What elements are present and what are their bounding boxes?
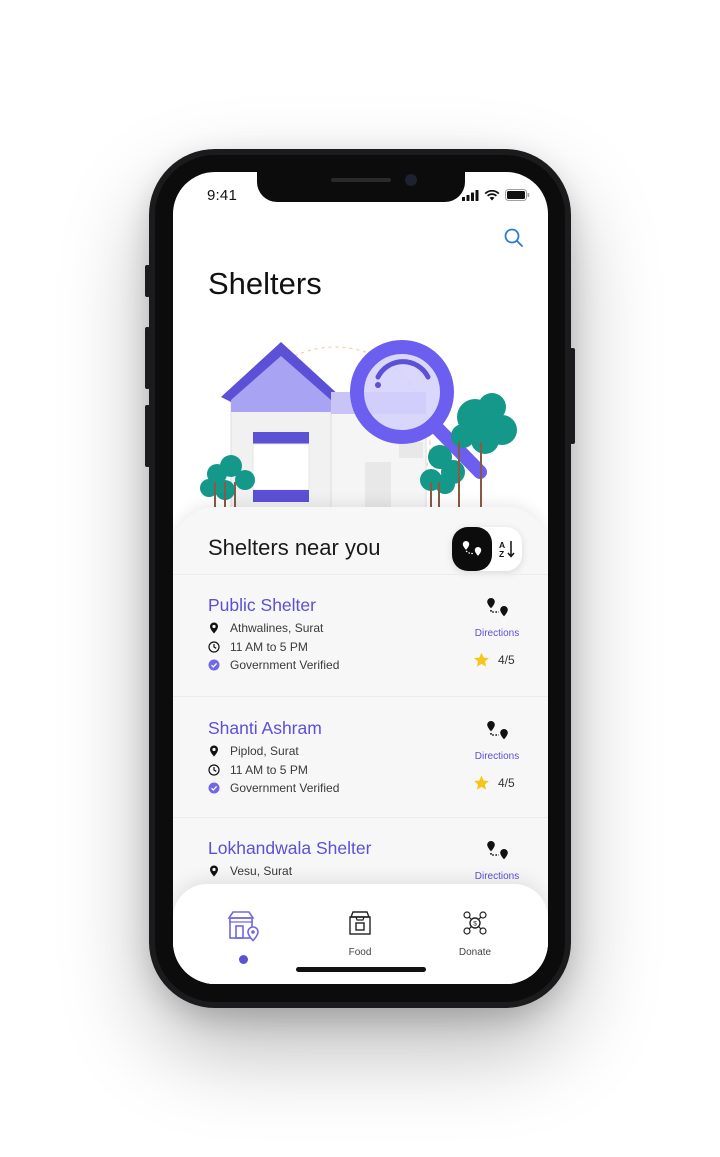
shelter-name[interactable]: Public Shelter: [208, 595, 316, 616]
tab-donate-label: Donate: [458, 947, 492, 958]
battery-icon: [505, 189, 530, 201]
tab-shelters[interactable]: [203, 910, 283, 964]
active-tab-indicator: [238, 955, 248, 964]
food-bag-icon: [349, 911, 371, 935]
shelter-verified-row: Government Verified: [208, 658, 339, 672]
donate-coins-icon: $: [463, 911, 487, 935]
shelter-name[interactable]: Lokhandwala Shelter: [208, 838, 371, 859]
search-icon: [504, 228, 523, 247]
svg-text:$: $: [473, 921, 477, 928]
toggle-sort-view[interactable]: A Z: [496, 538, 518, 560]
shelter-address-row: Athwalines, Surat: [208, 621, 323, 635]
shelter-address: Piplod, Surat: [230, 744, 299, 758]
section-title: Shelters near you: [208, 535, 381, 560]
page-title: Shelters: [208, 266, 322, 301]
svg-text:Z: Z: [499, 549, 504, 559]
directions-button[interactable]: Directions: [466, 597, 528, 639]
shelter-address: Vesu, Surat: [230, 864, 293, 878]
tab-food-label: Food: [348, 947, 372, 958]
search-button[interactable]: [502, 226, 526, 250]
shelter-card[interactable]: Public Shelter Athwalines, Surat 11 AM t…: [173, 575, 548, 695]
shelter-search-illustration: [200, 340, 517, 512]
directions-icon: [487, 598, 508, 617]
directions-button[interactable]: Directions: [466, 720, 528, 762]
camera: [405, 174, 417, 186]
directions-icon: [487, 721, 508, 740]
sort-az-icon: A Z: [499, 540, 515, 559]
shelter-address-row: Vesu, Surat: [208, 864, 292, 878]
notch: [257, 172, 465, 202]
toggle-distance-view[interactable]: [452, 527, 492, 571]
mute-switch: [145, 265, 150, 297]
star-icon: [474, 652, 489, 667]
tab-food[interactable]: Food: [320, 910, 400, 958]
shelter-verified-row: Government Verified: [208, 781, 339, 795]
verified-badge-icon: [208, 659, 220, 671]
map-route-icon: [462, 541, 482, 556]
verified-badge-icon: [208, 782, 220, 794]
app-screen: 9:41 Shelters Shelters near you A Z Publ…: [173, 172, 548, 984]
shelter-rating: 4/5: [473, 652, 515, 668]
volume-down-button: [145, 405, 150, 467]
volume-up-button: [145, 327, 150, 389]
shelter-verified: Government Verified: [230, 781, 340, 795]
shelter-hours-row: 11 AM to 5 PM: [208, 763, 308, 777]
status-time: 9:41: [207, 187, 237, 204]
rating-value: 4/5: [498, 653, 515, 667]
clock-icon: [208, 764, 220, 776]
shelter-rating: 4/5: [473, 775, 515, 791]
location-pin-icon: [210, 745, 218, 757]
directions-icon: [487, 841, 508, 860]
status-icons: [462, 189, 530, 201]
power-button: [570, 348, 575, 444]
signal-icon: [462, 189, 479, 201]
home-indicator[interactable]: [296, 967, 426, 972]
directions-button[interactable]: Directions: [466, 840, 528, 882]
directions-label: Directions: [474, 871, 520, 882]
wifi-icon: [484, 189, 500, 200]
shelter-hours-row: 11 AM to 5 PM: [208, 640, 308, 654]
shelter-hours: 11 AM to 5 PM: [230, 640, 308, 654]
shelter-hours: 11 AM to 5 PM: [230, 763, 308, 777]
directions-label: Directions: [474, 751, 520, 762]
shelter-name[interactable]: Shanti Ashram: [208, 718, 322, 739]
rating-value: 4/5: [498, 776, 515, 790]
shelter-card[interactable]: Shanti Ashram Piplod, Surat 11 AM to 5 P…: [173, 698, 548, 818]
clock-icon: [208, 641, 220, 653]
shelter-location-icon: [227, 911, 259, 942]
directions-label: Directions: [474, 628, 520, 639]
location-pin-icon: [210, 622, 218, 634]
view-toggle: A Z: [452, 527, 522, 571]
location-pin-icon: [210, 865, 218, 877]
star-icon: [474, 775, 489, 790]
shelter-address: Athwalines, Surat: [230, 621, 324, 635]
tab-donate[interactable]: $ Donate: [435, 910, 515, 958]
shelter-address-row: Piplod, Surat: [208, 744, 299, 758]
shelter-verified: Government Verified: [230, 658, 340, 672]
